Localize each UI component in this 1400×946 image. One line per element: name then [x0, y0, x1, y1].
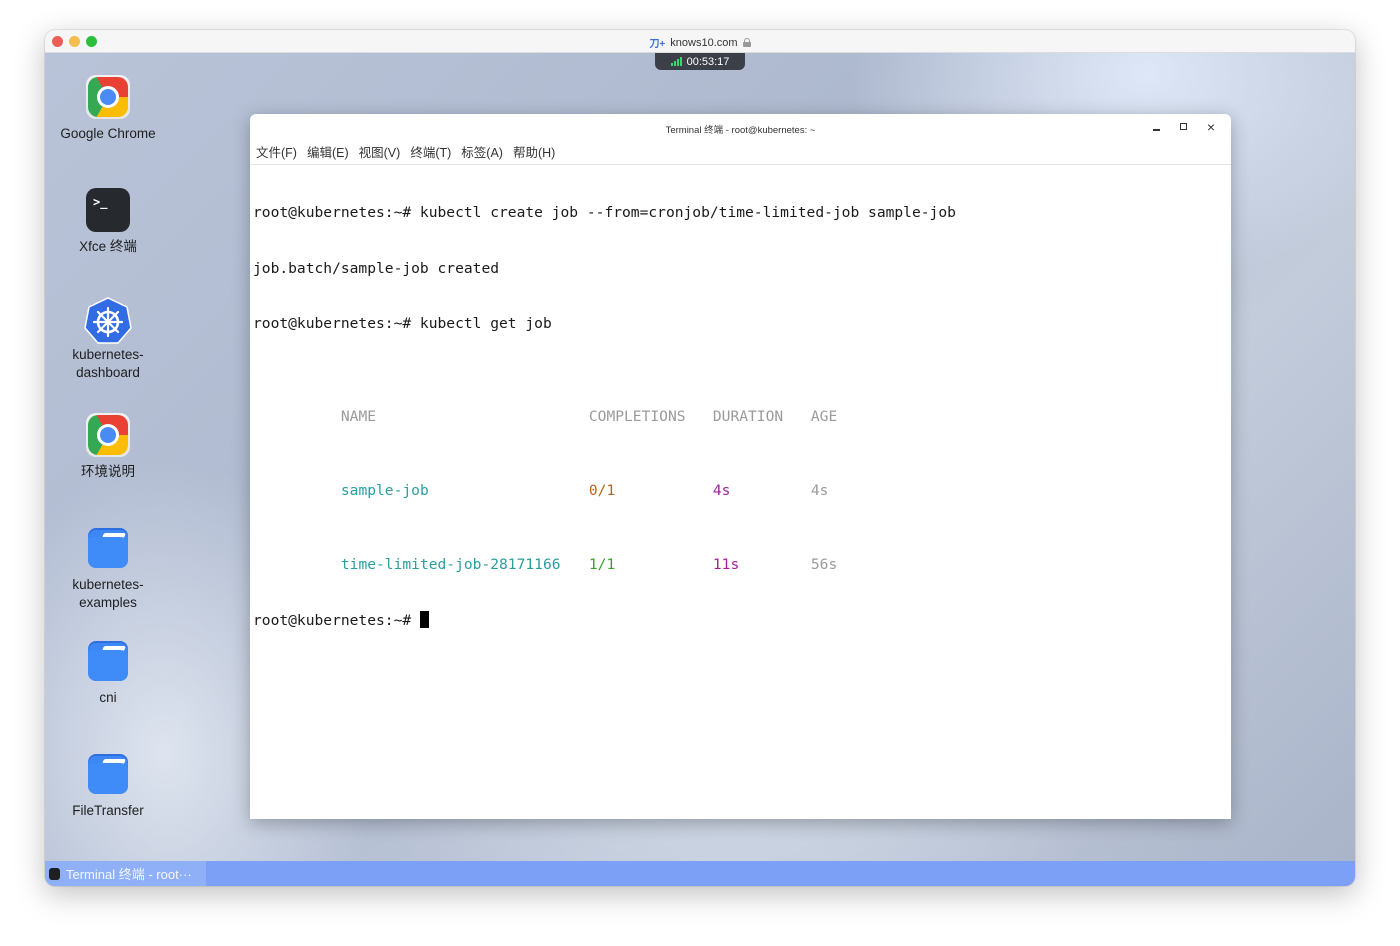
- desktop-icon-label: cni: [99, 690, 117, 705]
- header-name: NAME: [340, 407, 377, 425]
- terminal-output[interactable]: root@kubernetes:~# kubectl create job --…: [250, 166, 1231, 819]
- text-cursor: [419, 611, 429, 628]
- desktop-icon-label: Google Chrome: [60, 126, 156, 141]
- minimize-icon[interactable]: [1149, 119, 1165, 135]
- desktop-icon-cni[interactable]: cni: [53, 639, 163, 707]
- site-logo-icon: 刀+: [649, 39, 666, 50]
- site-label: knows10.com: [670, 36, 738, 49]
- menu-help[interactable]: 帮助(H): [513, 143, 555, 164]
- desktop-icon-filetransfer[interactable]: FileTransfer: [53, 752, 163, 820]
- menu-file[interactable]: 文件(F): [256, 143, 297, 164]
- taskbar-terminal-label: Terminal 终端 - root···: [66, 867, 192, 882]
- menu-tabs[interactable]: 标签(A): [461, 143, 503, 164]
- session-timer: 00:53:17: [655, 53, 745, 70]
- signal-bars-icon: [670, 57, 682, 66]
- terminal-menubar: 文件(F) 编辑(E) 视图(V) 终端(T) 标签(A) 帮助(H): [250, 143, 1231, 165]
- menu-terminal[interactable]: 终端(T): [410, 143, 451, 164]
- desktop-icon-google-chrome[interactable]: Google Chrome: [53, 75, 163, 143]
- desktop-icon-kubernetes-examples[interactable]: kubernetes- examples: [53, 526, 163, 612]
- browser-title: 刀+ knows10.com: [45, 35, 1355, 50]
- terminal-icon: >_: [86, 188, 130, 232]
- header-completions: COMPLETIONS: [588, 407, 686, 425]
- job-table-row: time-limited-job-28171166 1/1 11s 56s: [253, 537, 1228, 573]
- folder-icon: [86, 639, 130, 683]
- desktop-icon-label: FileTransfer: [72, 803, 144, 818]
- desktop-icon-label: kubernetes- dashboard: [72, 347, 144, 380]
- terminal-prompt: root@kubernetes:~#: [253, 612, 420, 629]
- job-completions: 0/1: [588, 481, 616, 499]
- job-age: 4s: [810, 481, 829, 499]
- taskbar-terminal-button[interactable]: Terminal 终端 - root···: [45, 861, 206, 886]
- browser-titlebar: 刀+ knows10.com: [45, 30, 1355, 53]
- folder-icon: [86, 752, 130, 796]
- job-duration: 4s: [712, 481, 731, 499]
- job-age: 56s: [810, 555, 838, 573]
- menu-edit[interactable]: 编辑(E): [307, 143, 349, 164]
- desktop: Google Chrome >_ Xfce 终端 kubernetes- das…: [45, 53, 1355, 861]
- terminal-icon: [49, 867, 60, 880]
- job-table-header: NAME COMPLETIONS DURATION AGE: [253, 389, 1228, 425]
- terminal-line: job.batch/sample-job created: [253, 259, 500, 277]
- taskbar: Terminal 终端 - root···: [45, 861, 1355, 886]
- desktop-icon-xfce-terminal[interactable]: >_ Xfce 终端: [53, 188, 163, 256]
- job-completions: 1/1: [588, 555, 616, 573]
- kubernetes-icon: [84, 296, 132, 344]
- desktop-icon-label: kubernetes- examples: [72, 577, 144, 610]
- job-name: sample-job: [340, 481, 429, 499]
- maximize-icon[interactable]: [1176, 119, 1192, 135]
- terminal-line: root@kubernetes:~# kubectl get job: [253, 315, 552, 332]
- terminal-line: root@kubernetes:~# kubectl create job --…: [253, 204, 956, 221]
- job-table-row: sample-job 0/1 4s 4s: [253, 463, 1228, 499]
- job-duration: 11s: [712, 555, 740, 573]
- desktop-icon-label: 环境说明: [81, 464, 135, 479]
- terminal-titlebar[interactable]: Terminal 终端 - root@kubernetes: ~ ×: [250, 114, 1231, 140]
- menu-view[interactable]: 视图(V): [359, 143, 401, 164]
- session-timer-text: 00:53:17: [686, 55, 730, 68]
- close-icon[interactable]: ×: [1203, 119, 1219, 135]
- desktop-icon-kubernetes-dashboard[interactable]: kubernetes- dashboard: [53, 296, 163, 382]
- lock-icon: [742, 38, 751, 47]
- header-duration: DURATION: [712, 407, 784, 425]
- browser-window: 刀+ knows10.com 00:53:17 Google Chrome >_…: [45, 30, 1355, 886]
- desktop-icon-label: Xfce 终端: [79, 239, 137, 254]
- folder-icon: [86, 526, 130, 570]
- chrome-icon: [86, 413, 130, 457]
- terminal-title: Terminal 终端 - root@kubernetes: ~: [665, 125, 816, 136]
- job-name: time-limited-job-28171166: [340, 555, 561, 573]
- header-age: AGE: [810, 407, 838, 425]
- terminal-window: Terminal 终端 - root@kubernetes: ~ × 文件(F)…: [250, 114, 1231, 819]
- terminal-prompt-line: root@kubernetes:~#: [253, 611, 1228, 630]
- desktop-icon-environment-info[interactable]: 环境说明: [53, 413, 163, 481]
- chrome-icon: [86, 75, 130, 119]
